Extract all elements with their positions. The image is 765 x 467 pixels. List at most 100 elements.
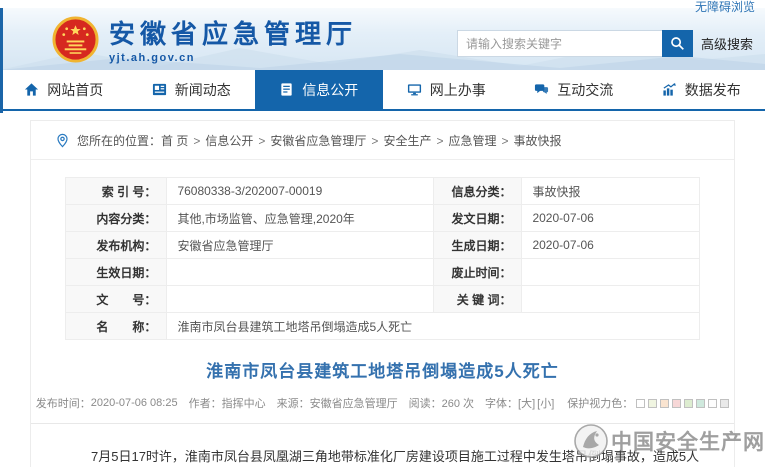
issue-date-value: 2020-07-06 xyxy=(522,205,700,232)
nav-item-home[interactable]: 网站首页 xyxy=(0,70,128,109)
breadcrumb-separator: > xyxy=(501,134,508,148)
effective-date-value xyxy=(167,259,433,286)
news-icon xyxy=(152,82,167,97)
search-input[interactable] xyxy=(457,30,662,57)
source-label: 来源： xyxy=(277,395,310,411)
nav-label: 信息公开 xyxy=(302,80,358,100)
views-label: 阅读： xyxy=(409,395,442,411)
breadcrumb-item-safety[interactable]: 安全生产 xyxy=(383,132,431,149)
abolition-date-value xyxy=(522,259,700,286)
metadata-table: 索 引 号： 76080338-3/202007-00019 信息分类： 事故快… xyxy=(65,177,700,340)
views-value: 260 次 xyxy=(442,395,474,411)
breadcrumb-separator: > xyxy=(193,134,200,148)
eye-color-swatch[interactable] xyxy=(672,399,681,408)
doc-number-value xyxy=(167,286,433,313)
eye-color-swatch[interactable] xyxy=(636,399,645,408)
top-strip: 无障碍浏览 xyxy=(0,0,765,8)
table-row: 发布机构： 安徽省应急管理厅 生成日期： 2020-07-06 xyxy=(66,232,700,259)
breadcrumb-item-home[interactable]: 首 页 xyxy=(161,132,188,149)
breadcrumb-separator: > xyxy=(258,134,265,148)
search-icon xyxy=(670,36,685,51)
breadcrumb-item-emergency[interactable]: 应急管理 xyxy=(448,132,496,149)
source-value: 安徽省应急管理厅 xyxy=(310,395,398,411)
metadata-table-wrap: 索 引 号： 76080338-3/202007-00019 信息分类： 事故快… xyxy=(31,160,734,340)
abolition-date-label: 废止时间： xyxy=(433,259,522,286)
main-nav: 网站首页 新闻动态 信息公开 网上办事 xyxy=(0,70,765,111)
author-label: 作者： xyxy=(189,395,222,411)
eye-color-swatch[interactable] xyxy=(648,399,657,408)
nav-label: 数据发布 xyxy=(685,80,741,100)
generated-date-label: 生成日期： xyxy=(433,232,522,259)
name-label: 名 称： xyxy=(66,313,167,340)
eye-color-swatch[interactable] xyxy=(696,399,705,408)
breadcrumb: 您所在的位置： 首 页 > 信息公开 > 安徽省应急管理厅 > 安全生产 > 应… xyxy=(31,121,734,160)
keywords-value xyxy=(522,286,700,313)
nav-item-info-disclosure[interactable]: 信息公开 xyxy=(255,70,383,109)
watermark-text: 中国安全生产网 xyxy=(611,426,765,456)
site-url: yjt.ah.gov.cn xyxy=(109,52,357,64)
monitor-icon xyxy=(407,82,422,97)
eye-color-swatch[interactable] xyxy=(684,399,693,408)
table-row: 名 称： 淮南市凤台县建筑工地塔吊倒塌造成5人死亡 xyxy=(66,313,700,340)
breadcrumb-item-accident-report[interactable]: 事故快报 xyxy=(514,132,562,149)
table-row: 生效日期： 废止时间： xyxy=(66,259,700,286)
breadcrumb-prefix: 您所在的位置： xyxy=(77,132,161,149)
nav-item-data-release[interactable]: 数据发布 xyxy=(638,70,765,109)
chart-icon xyxy=(662,82,677,97)
issue-date-label: 发文日期： xyxy=(433,205,522,232)
nav-item-online-services[interactable]: 网上办事 xyxy=(383,70,511,109)
breadcrumb-separator: > xyxy=(371,134,378,148)
name-value: 淮南市凤台县建筑工地塔吊倒塌造成5人死亡 xyxy=(167,313,700,340)
nav-label: 新闻动态 xyxy=(175,80,231,100)
search-area: 高级搜索 xyxy=(457,30,753,57)
content-category-label: 内容分类： xyxy=(66,205,167,232)
site-header: 安徽省应急管理厅 yjt.ah.gov.cn 高级搜索 xyxy=(0,8,765,70)
author-value: 指挥中心 xyxy=(222,395,266,411)
nav-label: 互动交流 xyxy=(557,80,613,100)
page-edge-accent xyxy=(0,8,3,113)
watermark: 中国安全生产网 xyxy=(573,423,765,459)
table-row: 索 引 号： 76080338-3/202007-00019 信息分类： 事故快… xyxy=(66,178,700,205)
effective-date-label: 生效日期： xyxy=(66,259,167,286)
nav-item-interaction[interactable]: 互动交流 xyxy=(510,70,638,109)
generated-date-value: 2020-07-06 xyxy=(522,232,700,259)
nav-label: 网站首页 xyxy=(47,80,103,100)
national-emblem-logo xyxy=(52,16,99,63)
eye-color-swatch[interactable] xyxy=(708,399,717,408)
publish-time-label: 发布时间： xyxy=(36,395,91,411)
index-number-value: 76080338-3/202007-00019 xyxy=(167,178,433,205)
keywords-label: 关 键 词： xyxy=(433,286,522,313)
breadcrumb-item-department[interactable]: 安徽省应急管理厅 xyxy=(270,132,366,149)
content-card: 您所在的位置： 首 页 > 信息公开 > 安徽省应急管理厅 > 安全生产 > 应… xyxy=(30,120,735,467)
table-row: 内容分类： 其他,市场监管、应急管理,2020年 发文日期： 2020-07-0… xyxy=(66,205,700,232)
info-category-label: 信息分类： xyxy=(433,178,522,205)
breadcrumb-item-info[interactable]: 信息公开 xyxy=(205,132,253,149)
content-category-value: 其他,市场监管、应急管理,2020年 xyxy=(167,205,433,232)
font-large-button[interactable]: [大] xyxy=(518,395,535,411)
index-number-label: 索 引 号： xyxy=(66,178,167,205)
publisher-label: 发布机构： xyxy=(66,232,167,259)
article-meta-line: 发布时间： 2020-07-06 08:25 作者： 指挥中心 来源： 安徽省应… xyxy=(31,395,734,411)
doc-number-label: 文 号： xyxy=(66,286,167,313)
eye-protect-label: 保护视力色： xyxy=(567,395,633,411)
table-row: 文 号： 关 键 词： xyxy=(66,286,700,313)
accessibility-link[interactable]: 无障碍浏览 xyxy=(695,0,755,15)
nav-item-news[interactable]: 新闻动态 xyxy=(128,70,256,109)
breadcrumb-separator: > xyxy=(436,134,443,148)
info-category-value: 事故快报 xyxy=(522,178,700,205)
document-icon xyxy=(279,82,294,97)
nav-label: 网上办事 xyxy=(430,80,486,100)
publisher-value: 安徽省应急管理厅 xyxy=(167,232,433,259)
eye-color-swatch[interactable] xyxy=(660,399,669,408)
chat-icon xyxy=(534,82,549,97)
eye-color-swatch[interactable] xyxy=(720,399,729,408)
home-icon xyxy=(24,82,39,97)
article-title: 淮南市凤台县建筑工地塔吊倒塌造成5人死亡 xyxy=(31,357,734,382)
watermark-logo-icon xyxy=(573,423,609,459)
search-button[interactable] xyxy=(662,30,693,57)
location-pin-icon xyxy=(55,133,70,148)
advanced-search-link[interactable]: 高级搜索 xyxy=(701,34,753,53)
site-title: 安徽省应急管理厅 xyxy=(109,14,357,51)
publish-time-value: 2020-07-06 08:25 xyxy=(91,397,178,409)
font-small-button[interactable]: [小] xyxy=(537,395,554,411)
